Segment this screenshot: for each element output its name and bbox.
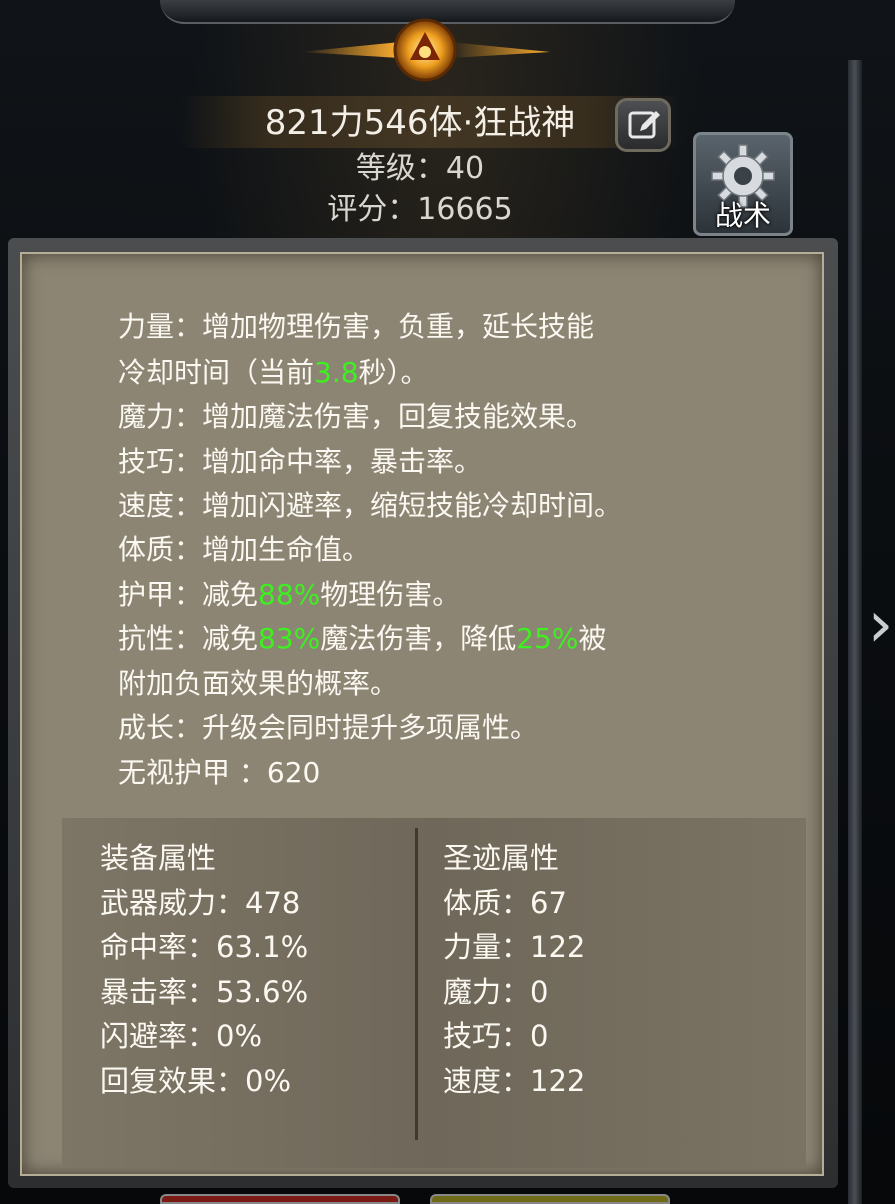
desc-armor-text: 护甲：减免 xyxy=(118,578,259,611)
desc-armor: 护甲：减免88%物理伤害。 xyxy=(118,572,460,618)
equipment-row: 武器威力：478 xyxy=(100,886,301,920)
relic-row: 魔力：0 xyxy=(443,975,549,1009)
desc-resistance-mid: 魔法伤害，降低 xyxy=(320,622,517,655)
desc-resistance-cont: 附加负面效果的概率。 xyxy=(118,667,399,700)
bottom-button-red[interactable] xyxy=(160,1194,400,1204)
character-name: 821力546体·狂战神 xyxy=(264,103,576,143)
right-frame-rail xyxy=(848,60,862,1204)
bottom-button-yellow[interactable] xyxy=(430,1194,670,1204)
ignore-armor: 无视护甲 ：620 xyxy=(118,756,321,789)
desc-growth: 成长：升级会同时提升多项属性。 xyxy=(118,711,539,744)
level-text: 等级：40 xyxy=(355,151,485,186)
relic-title: 圣迹属性 xyxy=(443,841,560,875)
relic-row: 速度：122 xyxy=(443,1064,586,1098)
equipment-row: 闪避率：0% xyxy=(100,1019,263,1053)
relic-row: 力量：122 xyxy=(443,930,586,964)
equipment-title: 装备属性 xyxy=(100,841,217,875)
desc-cooldown-suffix: 秒）。 xyxy=(358,356,429,389)
debuff-reduction-value: 25% xyxy=(516,622,579,655)
relic-row: 体质：67 xyxy=(443,886,567,920)
desc-strength: 力量：增加物理伤害，负重，延长技能 xyxy=(118,304,594,350)
desc-skill: 技巧：增加命中率，暴击率。 xyxy=(118,445,483,478)
winged-emblem-icon xyxy=(300,18,550,82)
desc-resistance: 抗性：减免83%魔法伤害，降低25%被 xyxy=(118,616,607,662)
desc-speed: 速度：增加闪避率，缩短技能冷却时间。 xyxy=(118,489,623,522)
equipment-row: 回复效果：0% xyxy=(100,1064,292,1098)
tactics-button[interactable]: 战术 xyxy=(693,132,793,236)
column-divider xyxy=(415,828,418,1140)
desc-resistance-text: 抗性：减免 xyxy=(118,622,259,655)
desc-armor-suffix: 物理伤害。 xyxy=(320,578,461,611)
cooldown-value: 3.8 xyxy=(314,356,359,389)
score-text: 评分：16665 xyxy=(327,192,513,227)
relic-row: 技巧：0 xyxy=(443,1019,549,1053)
chevron-right-icon: › xyxy=(867,588,894,662)
desc-cooldown-text: 冷却时间（当前 xyxy=(118,356,315,389)
pencil-square-icon xyxy=(628,111,660,139)
tactics-label: 战术 xyxy=(714,199,771,232)
desc-strength-text: 力量：增加物理伤害，负重，延长技能 xyxy=(118,310,595,343)
desc-magic: 魔力：增加魔法伤害，回复技能效果。 xyxy=(118,400,595,433)
desc-constitution: 体质：增加生命值。 xyxy=(118,533,371,566)
next-page-arrow[interactable]: › xyxy=(866,575,895,675)
desc-resistance-suffix: 被 xyxy=(578,622,607,655)
rename-button[interactable] xyxy=(615,98,671,152)
armor-reduction-value: 88% xyxy=(258,578,321,611)
equipment-row: 命中率：63.1% xyxy=(100,930,309,964)
magic-reduction-value: 83% xyxy=(258,622,321,655)
desc-cooldown: 冷却时间（当前3.8秒）。 xyxy=(118,350,429,396)
equipment-row: 暴击率：53.6% xyxy=(100,975,309,1009)
bottom-button-bar xyxy=(160,1194,680,1204)
